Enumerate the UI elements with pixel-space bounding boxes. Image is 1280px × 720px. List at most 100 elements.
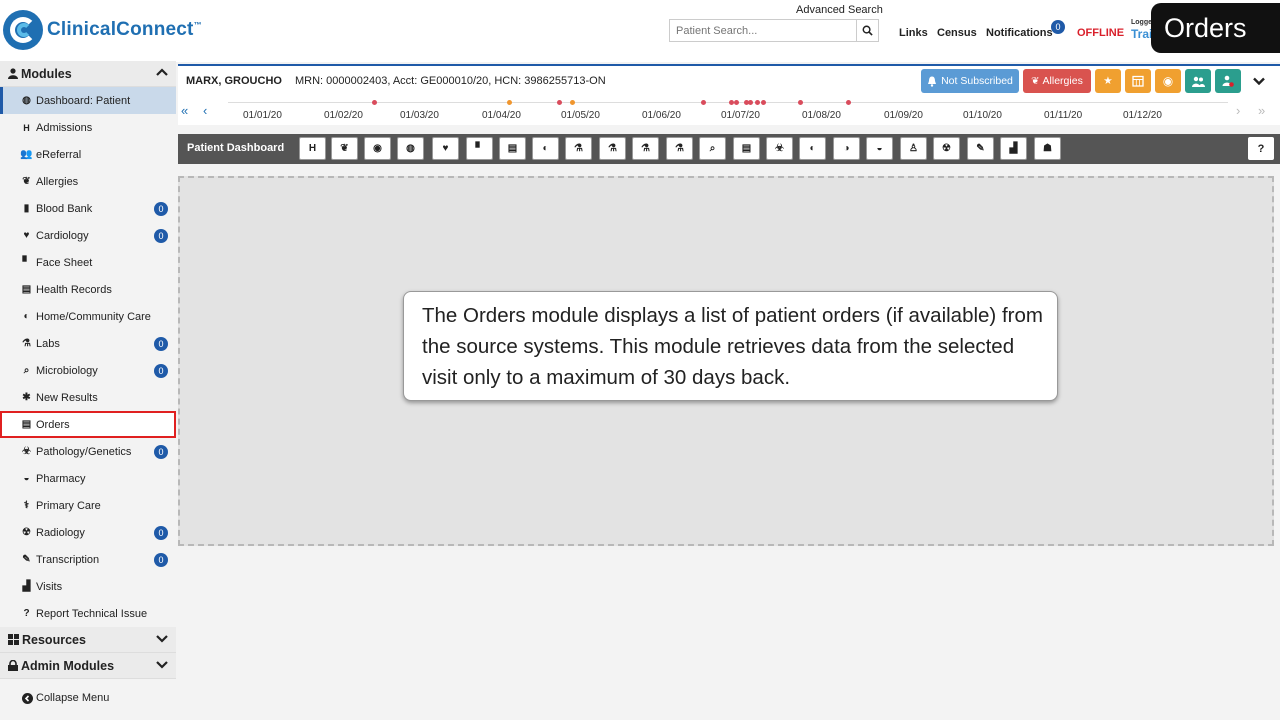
sidebar-item-dashboard-patient[interactable]: ◍ Dashboard: Patient <box>0 87 176 114</box>
collapse-menu-button[interactable]: Collapse Menu <box>0 685 176 711</box>
timeline-event-marker[interactable] <box>734 100 739 105</box>
sidebar-item-visits[interactable]: ▟ Visits <box>0 573 176 600</box>
count-badge: 0 <box>154 553 168 567</box>
dashboard-tool-bio-button[interactable]: ☣ <box>766 137 793 160</box>
sidebar-item-label: Dashboard: Patient <box>36 94 131 107</box>
dashboard-tool-print-button[interactable]: ▤ <box>499 137 526 160</box>
dashboard-tool-clip-button[interactable]: ▤ <box>733 137 760 160</box>
dashboard-tool-blood-button[interactable]: ◉ <box>364 137 391 160</box>
patient-search-input[interactable] <box>670 20 856 41</box>
dashboard-tool-heart-button[interactable]: ♥ <box>432 137 459 160</box>
dashboard-tool-rad-button[interactable]: ☢ <box>933 137 960 160</box>
dashboard-tool-pill2-button[interactable]: ◑ <box>833 137 860 160</box>
advanced-search-link[interactable]: Advanced Search <box>796 4 883 16</box>
dashboard-tool-flask2-button[interactable]: ⚗ <box>632 137 659 160</box>
logo-icon <box>3 10 43 50</box>
timeline-date-label: 01/03/20 <box>400 110 439 121</box>
user-name[interactable]: Trai <box>1131 27 1152 41</box>
sidebar-item-cardiology[interactable]: ♥ Cardiology 0 <box>0 222 176 249</box>
H-icon: H <box>308 143 317 154</box>
search-button[interactable] <box>856 20 878 41</box>
notifications-count-badge: 0 <box>1051 20 1065 34</box>
dashboard-tool-pill3-button[interactable]: ◒ <box>866 137 893 160</box>
census-menu[interactable]: Census <box>937 27 977 39</box>
modules-section-header[interactable]: Modules <box>0 61 176 87</box>
timeline-event-marker[interactable] <box>372 100 377 105</box>
dashboard-tool-edit-button[interactable]: ✎ <box>967 137 994 160</box>
timeline-axis <box>228 102 1228 103</box>
dashboard-tool-allergy-button[interactable]: ❦ <box>331 137 358 160</box>
modules-label: Modules <box>21 66 72 81</box>
dashboard-tool-H-button[interactable]: H <box>299 137 326 160</box>
chart-icon: ▟ <box>1009 143 1018 154</box>
sidebar-item-microbiology[interactable]: ⌕ Microbiology 0 <box>0 357 176 384</box>
top-bar: ClinicalConnect™ Advanced Search Links C… <box>0 0 1280 62</box>
notifications-menu[interactable]: Notifications <box>986 27 1053 39</box>
timeline-next-icon[interactable]: › <box>1236 103 1240 118</box>
expand-banner-button[interactable] <box>1247 69 1271 93</box>
search-icon: ⌕ <box>709 143 716 154</box>
timeline-event-marker[interactable] <box>557 100 562 105</box>
globe-button[interactable]: ◉ <box>1155 69 1181 93</box>
dashboard-tool-doc-button[interactable]: ▘ <box>466 137 493 160</box>
calendar-button[interactable] <box>1125 69 1151 93</box>
timeline-date-label: 01/09/20 <box>884 110 923 121</box>
sidebar-item-new-results[interactable]: ✱ New Results <box>0 384 176 411</box>
dashboard-tool-chart-button[interactable]: ▟ <box>1000 137 1027 160</box>
sidebar-item-orders[interactable]: ▤ Orders <box>0 411 176 438</box>
sidebar-item-home-community-care[interactable]: ◐ Home/Community Care <box>0 303 176 330</box>
dashboard-tool-flask-button[interactable]: ⚗ <box>565 137 592 160</box>
sidebar-item-admissions[interactable]: H Admissions <box>0 114 176 141</box>
timeline-date-label: 01/06/20 <box>642 110 681 121</box>
admin-modules-section-header[interactable]: Admin Modules <box>0 653 176 679</box>
sidebar-item-report-technical-issue[interactable]: ? Report Technical Issue <box>0 600 176 627</box>
sidebar-item-primary-care[interactable]: ⚕ Primary Care <box>0 492 176 519</box>
user-access-button[interactable] <box>1215 69 1241 93</box>
dashboard-tool-micro-button[interactable]: ⚗ <box>599 137 626 160</box>
dashboard-tool-flask3-button[interactable]: ⚗ <box>666 137 693 160</box>
timeline-last-icon[interactable]: » <box>1258 103 1265 118</box>
sidebar-item-allergies[interactable]: ❦ Allergies <box>0 168 176 195</box>
sidebar-item-pharmacy[interactable]: ◒ Pharmacy <box>0 465 176 492</box>
dashboard-tool-blood-o-button[interactable]: ◍ <box>397 137 424 160</box>
doc-icon: ▘ <box>475 143 484 154</box>
timeline-first-icon[interactable]: « <box>181 103 188 118</box>
sidebar-item-labs[interactable]: ⚗ Labs 0 <box>0 330 176 357</box>
sidebar-item-ereferral[interactable]: 👥 eReferral <box>0 141 176 168</box>
favorite-button[interactable]: ★ <box>1095 69 1121 93</box>
timeline-event-marker[interactable] <box>846 100 851 105</box>
sidebar-item-pathology-genetics[interactable]: ☣ Pathology/Genetics 0 <box>0 438 176 465</box>
timeline-event-marker[interactable] <box>761 100 766 105</box>
timeline-event-marker[interactable] <box>798 100 803 105</box>
blood-o-icon: ◍ <box>406 143 415 154</box>
sidebar-item-face-sheet[interactable]: ▘ Face Sheet <box>0 249 176 276</box>
sidebar-item-health-records[interactable]: ▤ Health Records <box>0 276 176 303</box>
dashboard-tool-pill-button[interactable]: ◐ <box>799 137 826 160</box>
dashboard-tool-search-button[interactable]: ⌕ <box>699 137 726 160</box>
care-team-button[interactable] <box>1185 69 1211 93</box>
resources-section-header[interactable]: Resources <box>0 627 176 653</box>
sidebar-item-label: Pathology/Genetics <box>36 445 132 458</box>
count-badge: 0 <box>154 202 168 216</box>
timeline-event-marker[interactable] <box>755 100 760 105</box>
clinicalconnect-logo[interactable]: ClinicalConnect™ <box>3 10 202 50</box>
allergies-label: Allergies <box>1042 75 1083 87</box>
users-icon: ☗ <box>1043 143 1052 154</box>
sidebar-item-blood-bank[interactable]: ▮ Blood Bank 0 <box>0 195 176 222</box>
sidebar-item-radiology[interactable]: ☢ Radiology 0 <box>0 519 176 546</box>
allergies-button[interactable]: ❦ Allergies <box>1023 69 1091 93</box>
help-button[interactable]: ? <box>1248 137 1274 160</box>
timeline-event-marker[interactable] <box>701 100 706 105</box>
chevron-down-icon <box>156 632 168 646</box>
timeline-event-marker[interactable] <box>748 100 753 105</box>
dashboard-tool-users-button[interactable]: ☗ <box>1034 137 1061 160</box>
dashboard-tool-person-button[interactable]: ♙ <box>900 137 927 160</box>
timeline-event-marker[interactable] <box>570 100 575 105</box>
users-icon <box>1191 76 1205 87</box>
timeline-prev-icon[interactable]: ‹ <box>203 103 207 118</box>
timeline-event-marker[interactable] <box>507 100 512 105</box>
links-menu[interactable]: Links <box>899 27 928 39</box>
sidebar-item-transcription[interactable]: ✎ Transcription 0 <box>0 546 176 573</box>
not-subscribed-button[interactable]: Not Subscribed <box>921 69 1019 93</box>
dashboard-tool-home-button[interactable]: ◐ <box>532 137 559 160</box>
